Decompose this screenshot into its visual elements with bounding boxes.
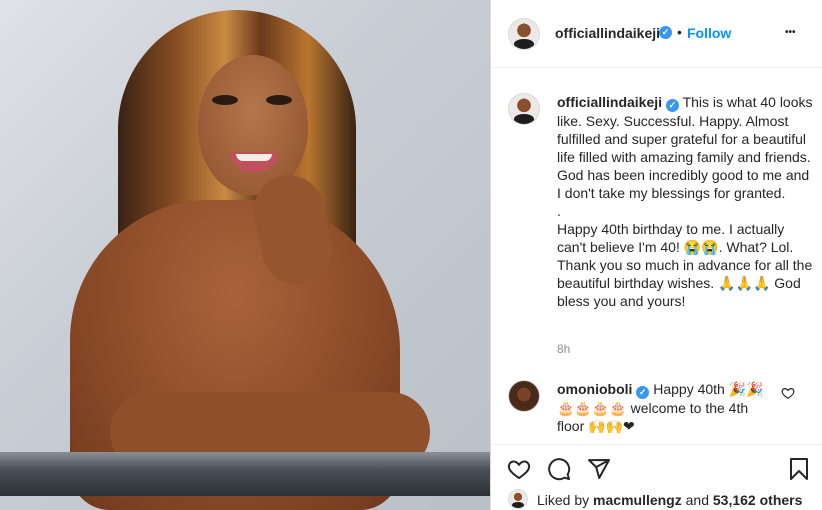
commenter-avatar[interactable] <box>508 380 540 412</box>
comment-username[interactable]: omonioboli <box>557 381 632 397</box>
comment-like-heart-icon[interactable] <box>781 386 795 400</box>
caption-text: This is what 40 looks like. Sexy. Succes… <box>557 94 813 309</box>
photo-teeth <box>236 154 272 161</box>
verified-badge-icon: ✓ <box>659 26 672 39</box>
author-username[interactable]: officiallindaikeji <box>555 25 660 41</box>
likes-text: Liked by macmullengz and 53,162 others <box>537 492 802 508</box>
caption-body: officiallindaikeji ✓ This is what 40 loo… <box>557 93 815 310</box>
bookmark-icon[interactable] <box>787 457 811 481</box>
heart-icon[interactable] <box>507 457 531 481</box>
author-avatar[interactable] <box>508 18 540 50</box>
comment-icon[interactable] <box>547 457 571 481</box>
comment-body: omonioboli ✓ Happy 40th 🎉🎉 🎂🎂🎂🎂 welcome … <box>557 380 767 435</box>
separator-dot: • <box>677 24 682 40</box>
verified-badge-icon: ✓ <box>636 386 650 399</box>
likes-middle: and <box>681 492 713 508</box>
post-header: officiallindaikeji ✓ • Follow ••• <box>491 0 822 68</box>
post-photo[interactable] <box>0 0 490 510</box>
post-timestamp[interactable]: 8h <box>557 342 570 356</box>
paper-plane-icon[interactable] <box>587 457 611 481</box>
photo-eye-right <box>266 95 292 105</box>
liker-avatar[interactable] <box>508 489 528 509</box>
photo-eye-left <box>212 95 238 105</box>
caption-username[interactable]: officiallindaikeji <box>557 94 662 110</box>
photo-face <box>198 55 308 195</box>
likes-count[interactable]: 53,162 others <box>713 492 803 508</box>
verified-badge-icon: ✓ <box>665 99 679 112</box>
likes-prefix: Liked by <box>537 492 594 508</box>
post-sidebar: officiallindaikeji ✓ • Follow ••• offici… <box>490 0 822 510</box>
follow-button[interactable]: Follow <box>687 25 731 41</box>
more-options-icon[interactable]: ••• <box>785 27 796 38</box>
photo-metal-bar <box>0 452 490 496</box>
caption-author-avatar[interactable] <box>508 93 540 125</box>
liker-username[interactable]: macmullengz <box>593 492 682 508</box>
